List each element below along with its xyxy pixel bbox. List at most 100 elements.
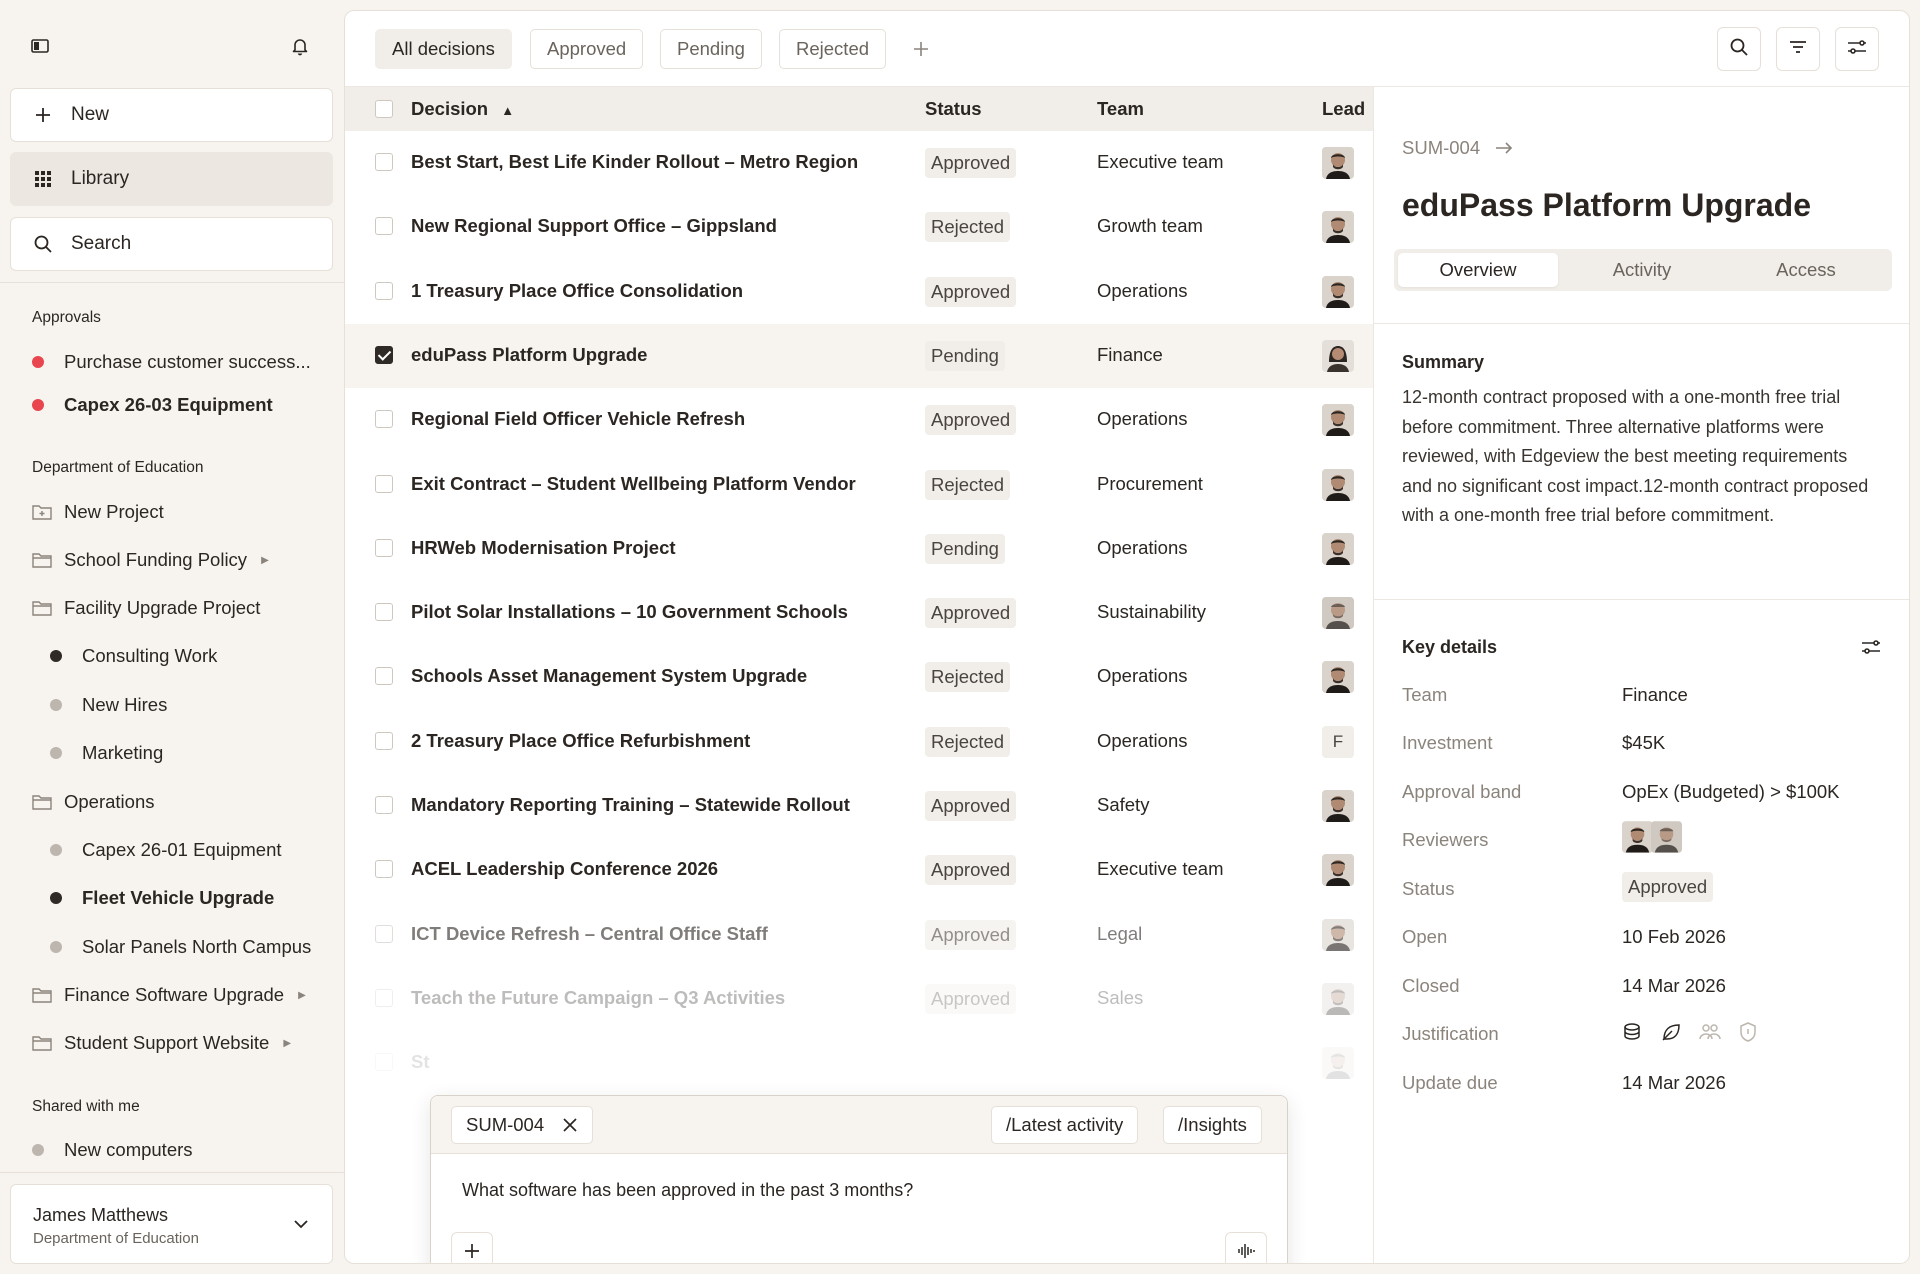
filter-button[interactable]	[1776, 27, 1820, 71]
table-row[interactable]: St	[345, 1031, 1373, 1095]
avatar[interactable]	[1651, 821, 1682, 853]
header-lead[interactable]: Lead	[1322, 98, 1365, 120]
sidebar-item-finance-software[interactable]: Finance Software Upgrade ▶	[32, 980, 306, 1010]
sidebar-item-marketing[interactable]: Marketing	[50, 738, 163, 768]
header-decision[interactable]: Decision ▲	[411, 98, 514, 120]
arrow-right-icon[interactable]	[1494, 140, 1514, 156]
table-row[interactable]: Best Start, Best Life Kinder Rollout – M…	[345, 131, 1373, 195]
row-checkbox[interactable]	[375, 153, 393, 171]
attach-button[interactable]	[451, 1232, 493, 1263]
sidebar-item-consulting[interactable]: Consulting Work	[50, 641, 217, 671]
search-button[interactable]: Search	[10, 217, 333, 271]
sidebar-item-school-funding[interactable]: School Funding Policy ▶	[32, 545, 269, 575]
select-all-checkbox[interactable]	[375, 100, 393, 118]
approval-item[interactable]: Purchase customer success...	[32, 347, 311, 377]
header-team[interactable]: Team	[1097, 98, 1144, 120]
table-row[interactable]: Schools Asset Management System Upgrade R…	[345, 645, 1373, 709]
decision-name[interactable]: ICT Device Refresh – Central Office Staf…	[411, 923, 768, 945]
search-tool-button[interactable]	[1717, 27, 1761, 71]
sort-asc-icon[interactable]: ▲	[501, 103, 514, 118]
avatar[interactable]	[1322, 339, 1354, 372]
chat-input[interactable]: What software has been approved in the p…	[462, 1180, 913, 1201]
table-row[interactable]: ICT Device Refresh – Central Office Staf…	[345, 903, 1373, 967]
row-checkbox[interactable]	[375, 281, 393, 300]
people-icon[interactable]	[1698, 1021, 1722, 1048]
avatar[interactable]	[1322, 1047, 1354, 1080]
table-row[interactable]: Pilot Solar Installations – 10 Governmen…	[345, 581, 1373, 645]
insights-command[interactable]: /Insights	[1163, 1106, 1262, 1144]
sidebar-item-solar-panels[interactable]: Solar Panels North Campus	[50, 932, 311, 962]
header-status[interactable]: Status	[925, 98, 982, 120]
decision-name[interactable]: 2 Treasury Place Office Refurbishment	[411, 730, 750, 752]
decision-name[interactable]: eduPass Platform Upgrade	[411, 344, 647, 366]
sidebar-item-fleet-vehicle[interactable]: Fleet Vehicle Upgrade	[50, 883, 274, 913]
sidebar-item-facility-upgrade[interactable]: Facility Upgrade Project	[32, 593, 260, 623]
decision-name[interactable]: Best Start, Best Life Kinder Rollout – M…	[411, 151, 858, 173]
sidebar-toggle-icon[interactable]	[30, 36, 50, 56]
row-checkbox[interactable]	[375, 410, 393, 429]
tab-rejected[interactable]: Rejected	[779, 29, 887, 69]
caret-right-icon[interactable]: ▶	[261, 555, 269, 566]
context-chip[interactable]: SUM-004	[451, 1106, 594, 1144]
row-checkbox[interactable]	[375, 538, 393, 557]
avatar[interactable]	[1322, 918, 1354, 951]
avatar[interactable]	[1322, 404, 1354, 437]
decision-name[interactable]: Mandatory Reporting Training – Statewide…	[411, 794, 850, 816]
tab-all-decisions[interactable]: All decisions	[375, 29, 512, 69]
tab-overview[interactable]: Overview	[1398, 253, 1558, 287]
decision-name[interactable]: New Regional Support Office – Gippsland	[411, 215, 777, 237]
avatar[interactable]	[1322, 982, 1354, 1015]
row-checkbox[interactable]	[375, 217, 393, 236]
sidebar-item-student-support[interactable]: Student Support Website ▶	[32, 1028, 291, 1058]
sidebar-item-capex-01[interactable]: Capex 26-01 Equipment	[50, 835, 282, 865]
table-row[interactable]: 2 Treasury Place Office Refurbishment Rej…	[345, 710, 1373, 774]
table-row[interactable]: Regional Field Officer Vehicle Refresh Ap…	[345, 388, 1373, 452]
avatar[interactable]	[1322, 597, 1354, 630]
voice-button[interactable]	[1225, 1232, 1267, 1263]
close-icon[interactable]	[562, 1117, 578, 1133]
chevron-down-icon[interactable]	[292, 1215, 310, 1233]
avatar[interactable]	[1322, 661, 1354, 694]
sidebar-item-new-project[interactable]: New Project	[32, 497, 164, 527]
table-row[interactable]: Teach the Future Campaign – Q3 Activitie…	[345, 967, 1373, 1031]
table-row[interactable]: eduPass Platform Upgrade Pending Finance	[345, 323, 1373, 388]
decision-name[interactable]: ACEL Leadership Conference 2026	[411, 858, 718, 880]
avatar[interactable]	[1322, 147, 1354, 179]
tab-pending[interactable]: Pending	[660, 29, 762, 69]
row-checkbox[interactable]	[375, 731, 393, 750]
decision-name[interactable]: 1 Treasury Place Office Consolidation	[411, 280, 743, 302]
row-checkbox[interactable]	[375, 796, 393, 814]
tab-access[interactable]: Access	[1726, 253, 1886, 287]
table-row[interactable]: 1 Treasury Place Office Consolidation App…	[345, 260, 1373, 324]
avatar[interactable]	[1322, 468, 1354, 501]
new-button[interactable]: New	[10, 88, 333, 142]
avatar[interactable]	[1322, 790, 1354, 822]
decision-id-link[interactable]: SUM-004	[1402, 137, 1514, 159]
latest-activity-command[interactable]: /Latest activity	[991, 1106, 1139, 1144]
library-button[interactable]: Library	[10, 152, 333, 206]
decision-name[interactable]: St	[411, 1051, 430, 1073]
row-checkbox[interactable]	[375, 1053, 393, 1072]
approval-item[interactable]: Capex 26-03 Equipment	[32, 390, 273, 420]
table-row[interactable]: Exit Contract – Student Wellbeing Platfo…	[345, 453, 1373, 517]
row-checkbox[interactable]	[375, 988, 393, 1007]
leaf-icon[interactable]	[1660, 1021, 1682, 1048]
caret-right-icon[interactable]: ▶	[298, 990, 306, 1001]
sidebar-item-operations[interactable]: Operations	[32, 787, 155, 817]
caret-right-icon[interactable]: ▶	[283, 1038, 291, 1049]
table-row[interactable]: ACEL Leadership Conference 2026 Approved E…	[345, 838, 1373, 902]
tab-activity[interactable]: Activity	[1562, 253, 1722, 287]
decision-name[interactable]: Exit Contract – Student Wellbeing Platfo…	[411, 473, 856, 495]
row-checkbox[interactable]	[375, 924, 393, 943]
avatar[interactable]	[1322, 532, 1354, 565]
avatar[interactable]	[1322, 211, 1354, 244]
row-checkbox[interactable]	[375, 474, 393, 493]
user-card[interactable]: James Matthews Department of Education	[10, 1184, 333, 1264]
tab-approved[interactable]: Approved	[530, 29, 644, 69]
avatar[interactable]: F	[1322, 725, 1354, 758]
row-checkbox[interactable]	[375, 860, 393, 879]
decision-name[interactable]: Schools Asset Management System Upgrade	[411, 665, 807, 687]
table-row[interactable]: HRWeb Modernisation Project Pending Operat…	[345, 517, 1373, 581]
decision-name[interactable]: Pilot Solar Installations – 10 Governmen…	[411, 601, 848, 623]
sliders-icon[interactable]	[1860, 637, 1882, 662]
